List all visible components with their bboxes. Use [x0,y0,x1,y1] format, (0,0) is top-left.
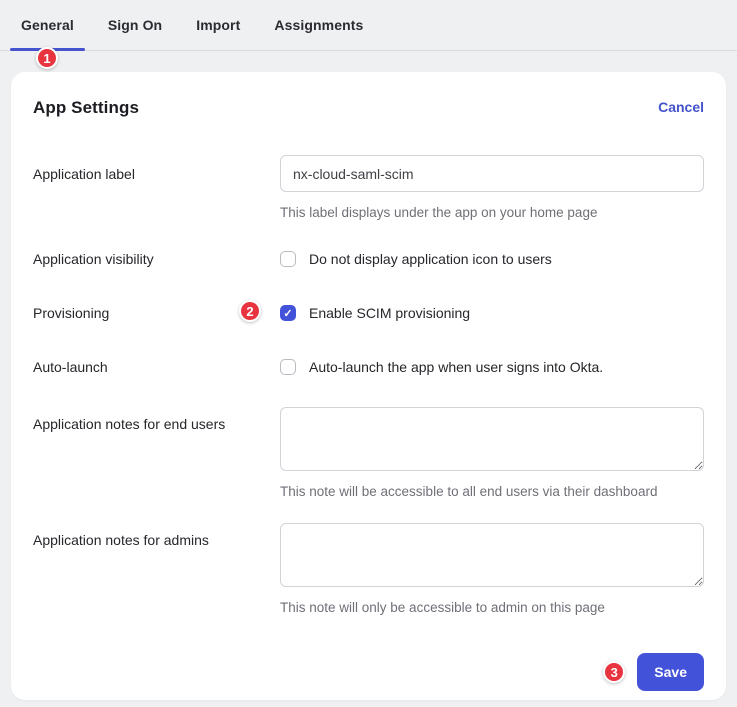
panel-title: App Settings [33,98,139,118]
notes-admins-label: Application notes for admins [33,523,280,616]
application-label-input[interactable] [280,155,704,192]
step-badge-2: 2 [239,300,261,322]
tab-bar: General Sign On Import Assignments [0,0,737,51]
check-icon [281,306,295,320]
notes-end-users-label: Application notes for end users [33,407,280,500]
application-visibility-label: Application visibility [33,249,280,269]
notes-end-users-helper: This note will be accessible to all end … [280,483,704,500]
app-settings-panel: App Settings Cancel Application label Th… [11,72,726,700]
notes-admins-field: This note will only be accessible to adm… [280,523,704,616]
provisioning-option-label[interactable]: Enable SCIM provisioning [309,303,470,323]
auto-launch-row: Auto-launch Auto-launch the app when use… [33,357,704,377]
notes-end-users-textarea[interactable] [280,407,704,471]
tab-sign-on-label: Sign On [108,17,162,33]
application-label-helper: This label displays under the app on you… [280,204,704,221]
notes-end-users-field: This note will be accessible to all end … [280,407,704,500]
application-visibility-row: Application visibility Do not display ap… [33,249,704,269]
notes-admins-row: Application notes for admins This note w… [33,523,704,616]
tab-general-label: General [21,17,74,33]
provisioning-checkbox[interactable] [280,305,296,321]
step-badge-1: 1 [36,47,58,69]
auto-launch-checkbox[interactable] [280,359,296,375]
tab-import[interactable]: Import [185,0,251,50]
panel-footer: 3 Save [33,653,704,691]
application-label-row: Application label This label displays un… [33,155,704,221]
save-button[interactable]: Save [637,653,704,691]
application-label-label: Application label [33,155,280,221]
provisioning-field: Enable SCIM provisioning [280,303,704,323]
tab-import-label: Import [196,17,240,33]
tab-assignments-label: Assignments [274,17,363,33]
auto-launch-label: Auto-launch [33,357,280,377]
step-badge-3: 3 [603,661,625,683]
notes-admins-textarea[interactable] [280,523,704,587]
application-visibility-checkbox[interactable] [280,251,296,267]
auto-launch-option-label[interactable]: Auto-launch the app when user signs into… [309,357,603,377]
notes-admins-helper: This note will only be accessible to adm… [280,599,704,616]
cancel-button[interactable]: Cancel [658,98,704,116]
panel-header: App Settings Cancel [33,98,704,118]
tab-assignments[interactable]: Assignments [263,0,374,50]
application-visibility-field: Do not display application icon to users [280,249,704,269]
auto-launch-field: Auto-launch the app when user signs into… [280,357,704,377]
notes-end-users-row: Application notes for end users This not… [33,407,704,500]
application-label-field: This label displays under the app on you… [280,155,704,221]
tab-general[interactable]: General [10,0,85,50]
application-visibility-option-label[interactable]: Do not display application icon to users [309,249,552,269]
provisioning-row: Provisioning 2 Enable SCIM provisioning [33,303,704,323]
tab-sign-on[interactable]: Sign On [97,0,173,50]
